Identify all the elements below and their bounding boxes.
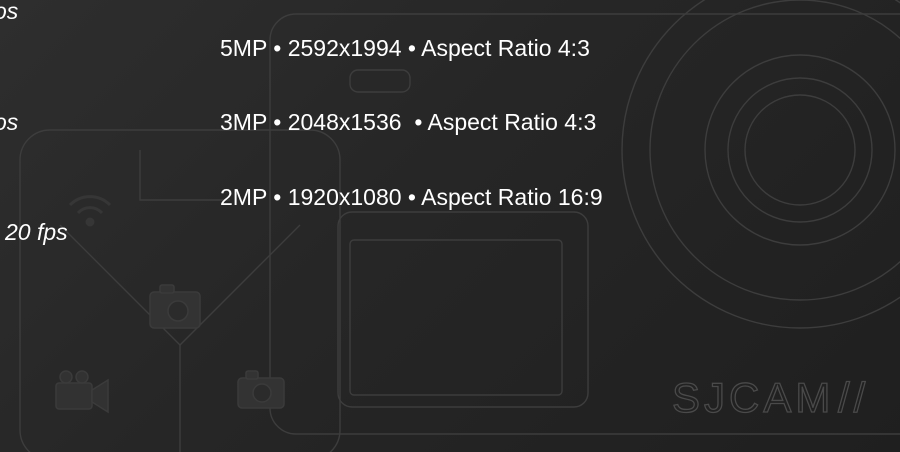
key-divider-top	[139, 150, 230, 201]
resolution-option-2mp: 2MP • 1920x1080 • Aspect Ratio 16:9	[220, 184, 603, 210]
camera-body-outline	[269, 13, 900, 435]
left-spec-3: 20 fps	[5, 219, 68, 245]
resolution-option-5mp: 5MP • 2592x1994 • Aspect Ratio 4:3	[220, 35, 590, 61]
camera-outline-art: SJCAM //	[19, 0, 900, 452]
camera-lens-icon	[621, 0, 900, 329]
resolution-option-3mp: 3MP • 2048x1536 • Aspect Ratio 4:3	[220, 109, 597, 135]
photo-camera-icon	[149, 284, 201, 329]
left-spec-2: os	[0, 109, 19, 135]
shutter-camera-icon	[237, 370, 285, 409]
video-camera-icon	[55, 370, 109, 414]
brand-watermark: SJCAM	[672, 374, 834, 421]
rear-screen-outer	[337, 211, 589, 408]
spec-slide: SJCAM // os os 20 fps 5MP • 2592x1994 • …	[0, 0, 900, 452]
brand-watermark-mark: //	[838, 374, 869, 421]
top-vent	[349, 69, 411, 93]
wifi-icon	[68, 195, 112, 227]
left-spec-1: os	[0, 0, 19, 24]
rear-screen-inner	[349, 239, 563, 396]
